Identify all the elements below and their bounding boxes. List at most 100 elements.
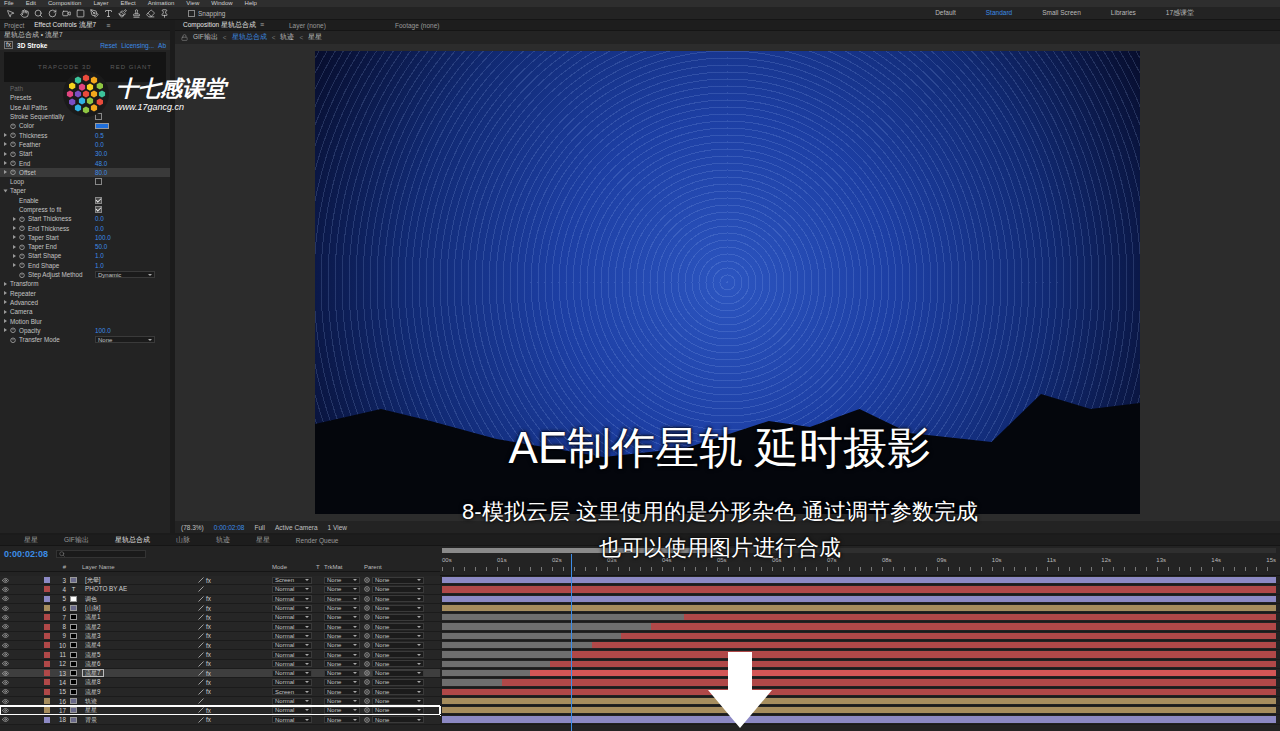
layer-name[interactable]: PHOTO BY AE [82, 585, 130, 593]
pickwhip-icon[interactable] [364, 670, 370, 676]
layer-bar[interactable] [592, 642, 1276, 648]
label-color[interactable] [42, 642, 52, 648]
effect-param[interactable]: Thickness0.5 [0, 130, 170, 139]
fx-switch[interactable]: fx [206, 707, 211, 714]
layer-name-cell[interactable]: 流星3 [80, 632, 196, 640]
current-time[interactable]: 0:00:02:08 [214, 524, 245, 531]
pickwhip-icon[interactable] [364, 577, 370, 583]
tool-icon[interactable] [48, 9, 57, 18]
pickwhip-icon[interactable] [364, 707, 370, 713]
stopwatch-icon[interactable] [10, 141, 16, 147]
layer-row[interactable]: 8流星2fxNormalNoneNone [0, 622, 440, 631]
visibility-icon[interactable] [2, 651, 9, 658]
layer-bar[interactable] [442, 586, 1276, 592]
timeline-tab[interactable]: 轨迹 [216, 536, 230, 545]
effect-param[interactable]: Feather0.0 [0, 140, 170, 149]
layer-name-cell[interactable]: 轨迹 [80, 697, 196, 705]
pickwhip-icon[interactable] [364, 717, 370, 723]
param-value[interactable]: 100.0 [95, 234, 111, 241]
mode-select[interactable]: Normal [272, 679, 312, 686]
layer-row[interactable]: 6[山脉]fxNormalNoneNone [0, 604, 440, 613]
layer-row[interactable]: 9流星3fxNormalNoneNone [0, 632, 440, 641]
visibility-icon[interactable] [2, 632, 9, 639]
tool-button[interactable] [104, 9, 113, 18]
menu-item[interactable]: Effect [120, 0, 135, 7]
trkmat-select[interactable]: None [324, 623, 360, 630]
layer-name[interactable]: [光晕] [82, 576, 104, 584]
effect-param[interactable]: Taper [0, 186, 170, 195]
effect-link[interactable]: Licensing... [121, 42, 154, 49]
effect-param[interactable]: Repeater [0, 289, 170, 298]
work-area[interactable] [442, 548, 1276, 553]
stopwatch-icon[interactable] [10, 337, 16, 343]
panel-menu-icon[interactable]: ≡ [260, 21, 264, 30]
quality-icon[interactable] [198, 633, 204, 639]
stopwatch-icon[interactable] [10, 132, 16, 138]
quality-icon[interactable] [198, 642, 204, 648]
layer-row[interactable]: 12流星6fxNormalNoneNone [0, 660, 440, 669]
stopwatch-icon[interactable] [19, 225, 25, 231]
label-color[interactable] [42, 679, 52, 685]
stopwatch-icon[interactable] [10, 151, 16, 157]
layer-name[interactable]: 流星8 [82, 678, 104, 686]
effect-param[interactable]: Camera [0, 307, 170, 316]
layer-name-cell[interactable]: 星星 [80, 706, 196, 714]
mode-select[interactable]: Normal [272, 623, 312, 630]
timeline-tab[interactable]: 星星 [256, 536, 270, 545]
parent-select[interactable]: None [372, 707, 424, 714]
label-color[interactable] [42, 596, 52, 602]
mode-select[interactable]: Screen [272, 577, 312, 584]
effect-param[interactable]: Transform [0, 279, 170, 288]
parent-select[interactable]: None [372, 595, 424, 602]
tool-button[interactable] [160, 9, 169, 18]
tool-button[interactable] [90, 9, 99, 18]
tool-button[interactable] [118, 9, 127, 18]
tool-icon[interactable] [104, 9, 113, 18]
fx-switch[interactable]: fx [206, 605, 211, 612]
color-swatch[interactable] [95, 123, 109, 129]
label-color[interactable] [42, 624, 52, 630]
effect-param[interactable]: Loop [0, 177, 170, 186]
pickwhip-icon[interactable] [364, 689, 370, 695]
tool-icon[interactable] [146, 9, 155, 18]
trkmat-select[interactable]: None [324, 614, 360, 621]
parent-select[interactable]: None [372, 632, 424, 639]
parent-select[interactable]: None [372, 670, 424, 677]
quality-icon[interactable] [198, 652, 204, 658]
visibility-icon[interactable] [2, 716, 9, 723]
mode-select[interactable]: Normal [272, 707, 312, 714]
effect-param[interactable]: Motion Blur [0, 316, 170, 325]
fx-switch[interactable]: fx [206, 651, 211, 658]
parent-select[interactable]: None [372, 586, 424, 593]
pickwhip-icon[interactable] [364, 633, 370, 639]
pickwhip-icon[interactable] [364, 679, 370, 685]
layer-row[interactable]: 18背景fxNormalNoneNone [0, 715, 440, 724]
layer-name[interactable]: 轨迹 [82, 697, 100, 705]
quality-icon[interactable] [198, 679, 204, 685]
timeline-tab[interactable]: 星星 [24, 536, 38, 545]
breadcrumb[interactable]: 星星 [308, 33, 322, 42]
tool-icon[interactable] [20, 9, 29, 18]
mode-select[interactable]: Normal [272, 632, 312, 639]
mode-select[interactable]: Normal [272, 595, 312, 602]
tool-button[interactable] [146, 9, 155, 18]
layer-name[interactable]: 流星1 [82, 613, 104, 621]
quality-icon[interactable] [198, 661, 204, 667]
param-value[interactable]: 0.0 [95, 141, 104, 148]
visibility-icon[interactable] [2, 623, 9, 630]
effect-param[interactable]: Start Shape1.0 [0, 251, 170, 260]
tool-button[interactable] [48, 9, 57, 18]
param-value[interactable]: 30.0 [95, 150, 107, 157]
effect-param[interactable]: Enable [0, 196, 170, 205]
quality-icon[interactable] [198, 717, 204, 723]
trkmat-select[interactable]: None [324, 679, 360, 686]
layer-name[interactable]: 流星9 [82, 688, 104, 696]
snapping-toggle[interactable]: Snapping [188, 10, 225, 17]
twirl-icon[interactable] [4, 291, 7, 295]
time-ruler[interactable]: 00s01s02s03s04s05s06s07s08s09s10s11s12s1… [440, 546, 1280, 576]
layer-name[interactable]: 背景 [82, 716, 100, 724]
checkbox[interactable] [95, 178, 102, 185]
trkmat-select[interactable]: None [324, 670, 360, 677]
twirl-icon[interactable] [4, 282, 7, 286]
param-select[interactable]: None [95, 336, 155, 343]
